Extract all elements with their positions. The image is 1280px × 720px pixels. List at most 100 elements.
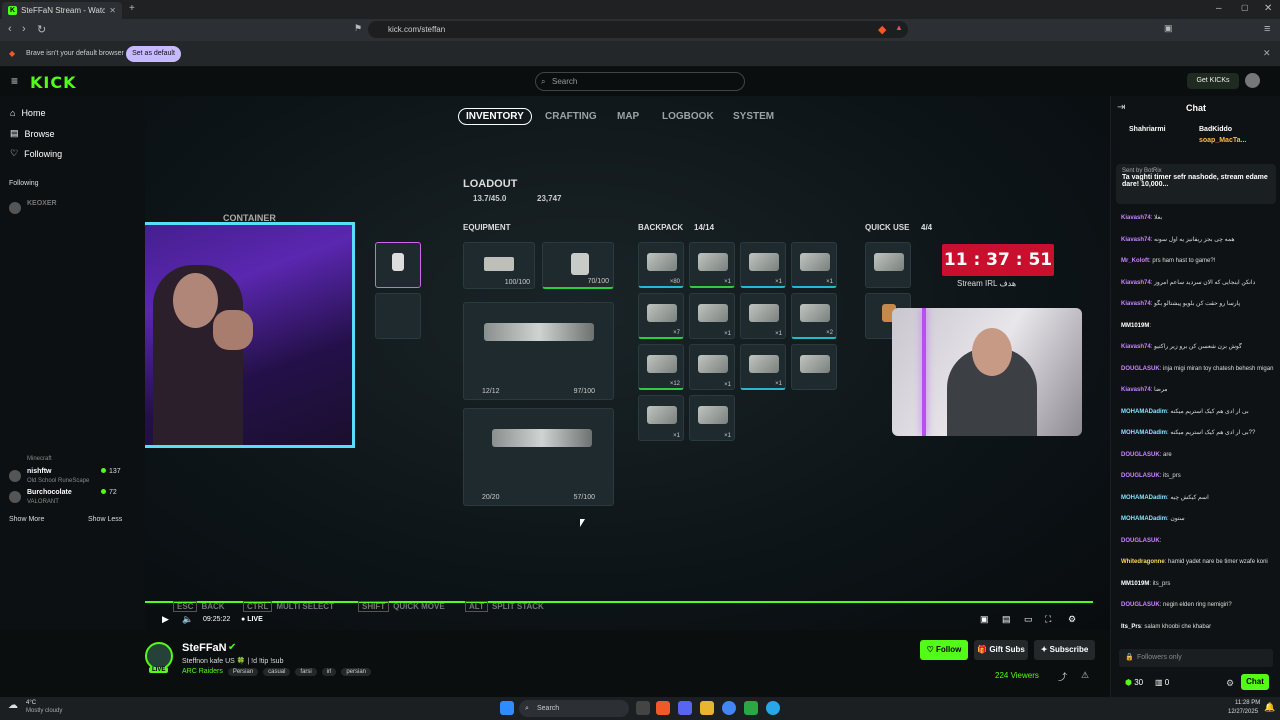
- tag[interactable]: persian: [341, 668, 372, 676]
- chat-message[interactable]: Whitedragonne: hamid yadet nare be timer…: [1121, 558, 1276, 566]
- chat-username[interactable]: DOUGLASUK: [1121, 538, 1160, 544]
- tag[interactable]: Persian: [227, 668, 259, 676]
- chat-message[interactable]: DOUGLASUK: its_prs: [1121, 472, 1276, 480]
- nav-following[interactable]: ♡ Following: [10, 148, 62, 159]
- show-more-link[interactable]: Show More: [9, 516, 44, 523]
- fullscreen-icon[interactable]: ⛶: [1045, 614, 1051, 625]
- chat-username[interactable]: Kiavash74: [1121, 344, 1151, 350]
- chat-username[interactable]: MOHAMADadim: [1121, 430, 1167, 436]
- chat-username[interactable]: Mr_Koloft: [1121, 258, 1149, 264]
- maximize-icon[interactable]: ▢: [1241, 3, 1249, 12]
- minimize-icon[interactable]: –: [1216, 3, 1222, 14]
- chat-message[interactable]: Kiavash74: بغلا: [1121, 214, 1276, 222]
- tag[interactable]: irl: [321, 668, 337, 676]
- back-icon[interactable]: ‹: [8, 23, 12, 35]
- theater-mode-icon[interactable]: ▣: [980, 614, 989, 625]
- file-explorer-icon[interactable]: [700, 701, 714, 715]
- chat-message[interactable]: Kiavash74: پارسا رو حقت کن بلویو پیشتالو…: [1121, 300, 1276, 308]
- chat-username[interactable]: Kiavash74: [1121, 301, 1151, 307]
- chat-message[interactable]: MM1019M: its_prs: [1121, 580, 1276, 588]
- chat-message[interactable]: DOUGLASUK: inja migi miran toy chatesh b…: [1121, 365, 1276, 373]
- chat-username[interactable]: MOHAMADadim: [1121, 409, 1167, 415]
- gift-subs-button[interactable]: 🎁 Gift Subs: [974, 640, 1028, 660]
- chat-message[interactable]: DOUGLASUK:: [1121, 537, 1276, 545]
- chat-input[interactable]: 🔒 Followers only: [1119, 649, 1273, 667]
- tag[interactable]: farsi: [295, 668, 317, 676]
- channel-name[interactable]: SteFFaN: [182, 642, 227, 654]
- chat-settings-icon[interactable]: ⚙: [1226, 678, 1234, 689]
- chat-username[interactable]: DOUGLASUK: [1121, 602, 1160, 608]
- chat-message[interactable]: Kiavash74: دانکن اینجایی که الان سردید س…: [1121, 279, 1276, 287]
- chat-message[interactable]: DOUGLASUK: negin elden ring nemigiri?: [1121, 601, 1276, 609]
- play-icon[interactable]: ▶: [162, 614, 169, 625]
- chat-username[interactable]: Kiavash74: [1121, 237, 1151, 243]
- chat-username[interactable]: MM1019M: [1121, 323, 1149, 329]
- kick-logo[interactable]: KICK: [30, 73, 77, 92]
- chat-username[interactable]: DOUGLASUK: [1121, 473, 1160, 479]
- weather-icon[interactable]: ☁: [8, 700, 18, 711]
- nav-home[interactable]: ⌂ Home: [10, 108, 45, 118]
- chat-username[interactable]: Its_Prs: [1121, 624, 1141, 630]
- app-icon[interactable]: [744, 701, 758, 715]
- pip-icon[interactable]: ▭: [1024, 614, 1033, 625]
- chat-message[interactable]: MM1019M:: [1121, 322, 1276, 330]
- chrome-icon[interactable]: [722, 701, 736, 715]
- search-input[interactable]: ⌕ Search: [535, 72, 745, 91]
- chat-username[interactable]: Whitedragonne: [1121, 559, 1165, 565]
- subscribe-button[interactable]: ✦ Subscribe: [1034, 640, 1095, 660]
- taskbar-search[interactable]: ⌕ Search: [519, 700, 629, 717]
- stream-category[interactable]: ARC Raiders: [182, 668, 223, 675]
- chat-message[interactable]: Kiavash74: گوش بزن شعسن کن برو زیر راکتی…: [1121, 343, 1276, 351]
- clip-icon[interactable]: ▤: [1002, 614, 1011, 625]
- collapse-chat-icon[interactable]: ⇥: [1117, 102, 1125, 113]
- channel-avatar[interactable]: [145, 642, 173, 670]
- report-icon[interactable]: ⚠: [1081, 670, 1089, 681]
- chat-username[interactable]: DOUGLASUK: [1121, 366, 1160, 372]
- chat-username[interactable]: MOHAMADadim: [1121, 516, 1167, 522]
- window-close-icon[interactable]: ✕: [1264, 3, 1272, 14]
- chat-message[interactable]: Mr_Koloft: prs ham hast to game?!: [1121, 257, 1276, 265]
- discord-icon[interactable]: [678, 701, 692, 715]
- hamburger-menu-icon[interactable]: ≡: [11, 74, 18, 88]
- chat-username[interactable]: Kiavash74: [1121, 387, 1151, 393]
- bookmark-icon[interactable]: ⚑: [354, 23, 362, 34]
- follow-button[interactable]: ♡ Follow: [920, 640, 968, 660]
- forward-icon[interactable]: ›: [22, 23, 26, 35]
- chat-message[interactable]: MOHAMADadim: بی ار ادی هم کیک استریم میک…: [1121, 429, 1276, 437]
- chat-message[interactable]: Kiavash74: همه چی بجز ریفانیز یه اول سون…: [1121, 236, 1276, 244]
- get-kicks-button[interactable]: Get KICKs: [1187, 73, 1239, 89]
- chat-message[interactable]: MOHAMADadim: ستون: [1121, 515, 1276, 523]
- chat-message[interactable]: MOHAMADadim: بی ار ادی هم کیک استریم میک…: [1121, 408, 1276, 416]
- url-field[interactable]: kick.com/steffan: [368, 21, 908, 38]
- chat-username[interactable]: MM1019M: [1121, 581, 1149, 587]
- brave-taskbar-icon[interactable]: [656, 701, 670, 715]
- chat-username[interactable]: MOHAMADadim: [1121, 495, 1167, 501]
- chat-send-button[interactable]: Chat: [1241, 674, 1269, 690]
- show-less-link[interactable]: Show Less: [88, 516, 122, 523]
- chat-message[interactable]: Its_Prs: salam khoobi che khabar: [1121, 623, 1276, 631]
- settings-gear-icon[interactable]: ⚙: [1068, 614, 1076, 625]
- chat-username[interactable]: Kiavash74: [1121, 280, 1151, 286]
- reload-icon[interactable]: ↻: [37, 23, 46, 36]
- windows-start-icon[interactable]: [500, 701, 514, 715]
- task-view-icon[interactable]: [636, 701, 650, 715]
- chat-message[interactable]: DOUGLASUK: are: [1121, 451, 1276, 459]
- telegram-icon[interactable]: [766, 701, 780, 715]
- kick-points[interactable]: ⬢ 30: [1125, 678, 1143, 687]
- video-player[interactable]: INVENTORY CRAFTING MAP LOGBOOK SYSTEM LO…: [145, 96, 1110, 630]
- brave-shield-icon[interactable]: ◆: [878, 23, 886, 36]
- gift-count[interactable]: ▥ 0: [1155, 678, 1169, 687]
- notification-icon[interactable]: 🔔: [1264, 702, 1275, 713]
- new-tab-icon[interactable]: +: [129, 3, 135, 14]
- extensions-icon[interactable]: ▣: [1164, 23, 1173, 34]
- brave-rewards-icon[interactable]: ▲: [895, 23, 903, 32]
- share-icon[interactable]: ⤴: [1058, 670, 1067, 683]
- chat-message[interactable]: MOHAMADadim: اسم کیکش چیه: [1121, 494, 1276, 502]
- tag[interactable]: casual: [263, 668, 291, 676]
- pinned-message[interactable]: Sent by BotRix Ta vaghti timer sefr nash…: [1116, 164, 1276, 204]
- menu-icon[interactable]: ≡: [1264, 23, 1270, 35]
- nav-browse[interactable]: ▤ Browse: [10, 128, 55, 139]
- volume-icon[interactable]: 🔈: [182, 614, 193, 625]
- tab-close-icon[interactable]: ✕: [109, 6, 116, 15]
- browser-tab[interactable]: K SteFFaN Stream - Watch Live on ✕: [2, 2, 122, 19]
